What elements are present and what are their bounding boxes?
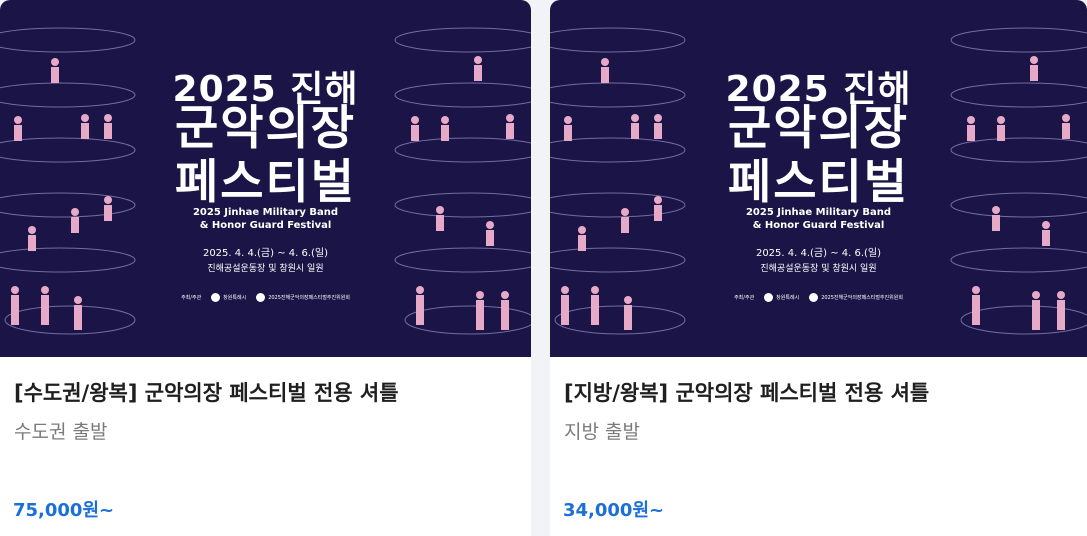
organizer-changwon: 창원특례시 <box>211 293 246 302</box>
poster-en-line1: 2025 Jinhae Military Band <box>192 207 339 218</box>
product-card-list: 2025 진해 군악의장 페스티벌 2025 Jinhae Military B… <box>0 0 1087 536</box>
poster-title-line1: 군악의장 <box>728 101 909 156</box>
product-price: 75,000원~ <box>13 500 115 521</box>
poster-organizers: 주최/주관 창원특례시 2025진해군악의장페스티벌추진위원회 <box>0 293 531 302</box>
product-card[interactable]: 2025 진해 군악의장 페스티벌 2025 Jinhae Military B… <box>550 0 1087 536</box>
poster-title: 군악의장 페스티벌 <box>550 102 1087 210</box>
organizer-changwon-label: 창원특례시 <box>223 295 247 301</box>
product-subtitle: 지방 출발 <box>564 421 640 443</box>
poster-title: 군악의장 페스티벌 <box>0 102 531 210</box>
organizer-committee: 2025진해군악의장페스티벌추진위원회 <box>809 293 903 302</box>
poster-title-line2: 페스티벌 <box>175 155 356 210</box>
organizer-committee-label: 2025진해군악의장페스티벌추진위원회 <box>821 295 903 301</box>
poster-date: 2025. 4. 4.(금) ~ 4. 6.(일) <box>202 248 329 259</box>
organizer-changwon: 창원특례시 <box>764 293 799 302</box>
poster-en-line1: 2025 Jinhae Military Band <box>745 207 892 218</box>
poster-venue: 진해공설운동장 및 창원시 일원 <box>760 264 877 274</box>
poster-en-line2: & Honor Guard Festival <box>199 220 332 231</box>
product-title[interactable]: [지방/왕복] 군악의장 페스티벌 전용 셔틀 <box>564 377 929 407</box>
organizer-committee-label: 2025진해군악의장페스티벌추진위원회 <box>268 295 350 301</box>
poster-title-line2: 페스티벌 <box>728 155 909 210</box>
poster-venue: 진해공설운동장 및 창원시 일원 <box>207 264 324 274</box>
poster-english-title: 2025 Jinhae Military Band & Honor Guard … <box>550 206 1087 232</box>
poster-en-line2: & Honor Guard Festival <box>752 220 885 231</box>
organizer-changwon-label: 창원특례시 <box>776 295 800 301</box>
committee-logo-icon <box>809 293 819 302</box>
poster-english-title: 2025 Jinhae Military Band & Honor Guard … <box>0 206 531 232</box>
organizer-label: 주최/주관 <box>181 295 202 301</box>
committee-logo-icon <box>256 293 266 302</box>
poster-organizers: 주최/주관 창원특례시 2025진해군악의장페스티벌추진위원회 <box>550 293 1087 302</box>
product-subtitle: 수도권 출발 <box>14 421 108 443</box>
changwon-logo-icon <box>211 293 221 302</box>
changwon-logo-icon <box>764 293 774 302</box>
organizer-committee: 2025진해군악의장페스티벌추진위원회 <box>256 293 350 302</box>
poster-title-line1: 군악의장 <box>175 101 356 156</box>
festival-poster-image[interactable]: 2025 진해 군악의장 페스티벌 2025 Jinhae Military B… <box>550 0 1087 357</box>
poster-date: 2025. 4. 4.(금) ~ 4. 6.(일) <box>755 248 882 259</box>
festival-poster-image[interactable]: 2025 진해 군악의장 페스티벌 2025 Jinhae Military B… <box>0 0 531 357</box>
product-card[interactable]: 2025 진해 군악의장 페스티벌 2025 Jinhae Military B… <box>0 0 531 536</box>
product-price: 34,000원~ <box>563 500 665 521</box>
organizer-label: 주최/주관 <box>734 295 755 301</box>
product-title[interactable]: [수도권/왕복] 군악의장 페스티벌 전용 셔틀 <box>14 377 399 407</box>
